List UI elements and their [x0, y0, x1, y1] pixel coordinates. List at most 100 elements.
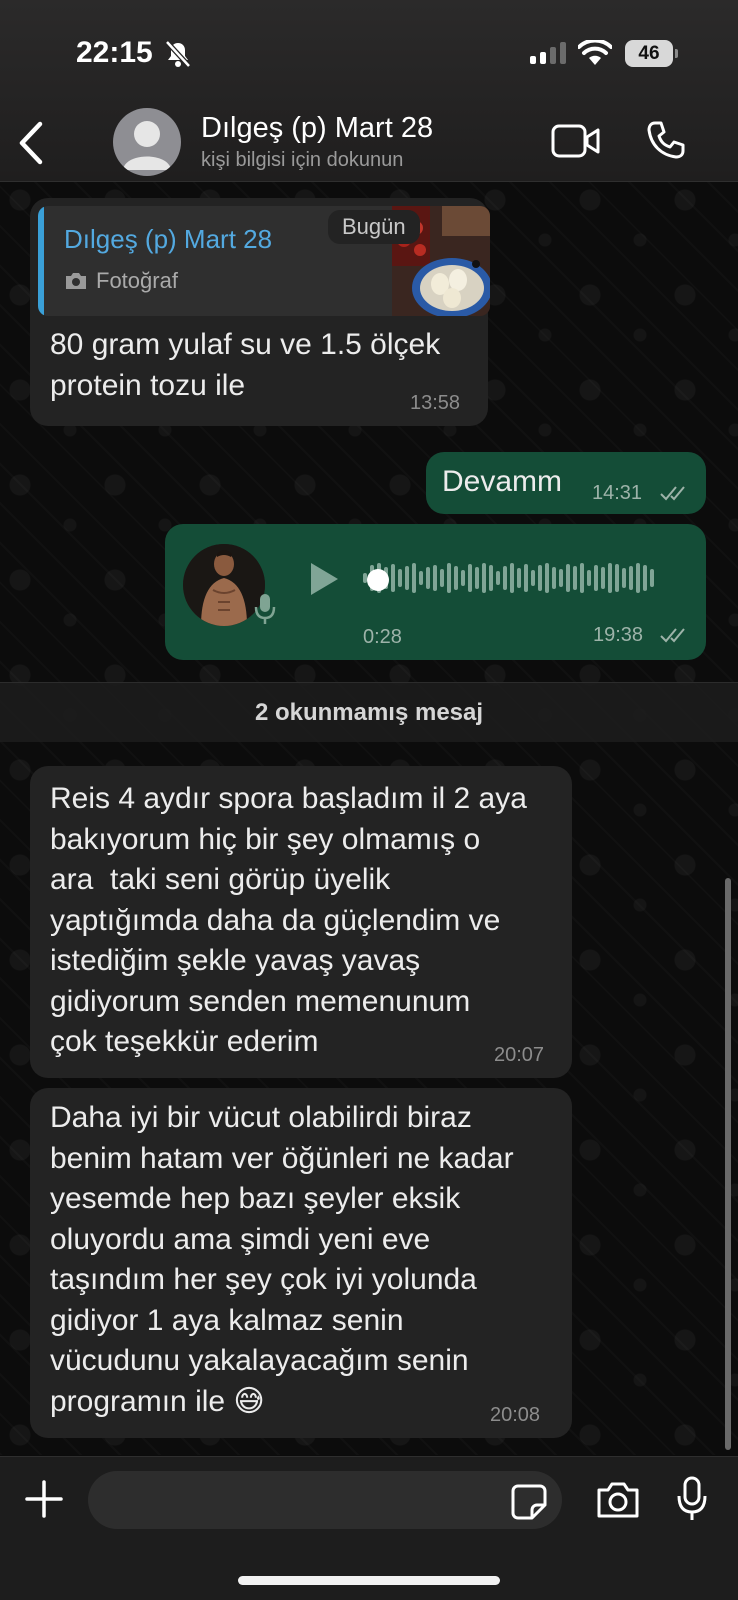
contact-info-hint[interactable]: kişi bilgisi için dokunun: [201, 149, 403, 172]
play-button[interactable]: [307, 560, 341, 598]
quoted-type: Fotoğraf: [64, 268, 178, 294]
waveform-bar: [636, 563, 640, 593]
waveform-bar: [398, 569, 402, 587]
message-text-line: taşındım her şey çok iyi yolunda: [50, 1263, 477, 1296]
waveform-bar: [426, 567, 430, 589]
contact-name[interactable]: Dılgeş (p) Mart 28: [201, 112, 433, 145]
date-chip: Bugün: [328, 210, 420, 244]
attach-plus-button[interactable]: [24, 1479, 64, 1519]
microphone-button[interactable]: [676, 1475, 708, 1523]
reply-message-bubble[interactable]: Dılgeş (p) Mart 28 Fotoğraf Bugün 80 gra…: [30, 198, 490, 426]
message-text-line: benim hatam ver öğünleri ne kadar: [50, 1141, 514, 1175]
waveform-bar: [517, 568, 521, 588]
voice-duration: 0:28: [363, 626, 402, 648]
unread-messages-divider: 2 okunmamış mesaj: [0, 682, 738, 742]
playback-scrubber[interactable]: [367, 569, 389, 591]
message-text-line: yesemde hep bazı şeyler eksik: [50, 1182, 461, 1215]
outgoing-message-bubble[interactable]: Devamm 14:31: [426, 452, 706, 514]
contact-avatar[interactable]: [113, 108, 181, 176]
read-ticks-icon: [660, 486, 685, 501]
quote-accent-bar: [38, 206, 44, 316]
message-text-line: istediğim şekle yavaş yavaş: [50, 944, 421, 977]
waveform-bar: [531, 570, 535, 586]
sweat-smile-emoji: 😅: [233, 1384, 265, 1418]
waveform-bar: [524, 564, 528, 592]
waveform-bar: [629, 566, 633, 590]
waveform-bar: [538, 565, 542, 591]
video-call-button[interactable]: [551, 124, 601, 158]
message-text-line: gidiyorum senden memenunum: [50, 984, 471, 1018]
unread-count-label: 2 okunmamış mesaj: [254, 699, 484, 726]
message-text: Devamm: [442, 465, 563, 498]
waveform-bar: [447, 563, 451, 593]
read-ticks-icon: [660, 628, 685, 643]
chat-header: 22:15 46 Dılgeş (p) Mart 28 kişi bilgisi…: [0, 0, 738, 182]
waveform-bar: [475, 567, 479, 589]
waveform-bar: [440, 569, 444, 587]
audio-waveform[interactable]: [363, 557, 654, 599]
bell-off-icon: [165, 40, 191, 68]
message-text-line: Reis 4 aydır spora başladım il 2 aya: [50, 782, 527, 815]
message-time: 14:31: [592, 482, 643, 504]
waveform-bar: [510, 563, 514, 593]
waveform-bar: [496, 571, 500, 585]
person-icon: [123, 121, 171, 170]
waveform-bar: [433, 565, 437, 591]
message-time: 20:08: [490, 1404, 541, 1426]
waveform-bar: [412, 563, 416, 593]
message-time: 19:38: [593, 624, 644, 646]
message-text-line: oluyordu ama şimdi yeni eve: [50, 1222, 431, 1256]
home-indicator: [238, 1576, 500, 1585]
message-text-line: ara taki seni görüp üyelik: [50, 863, 391, 896]
waveform-bar: [454, 566, 458, 590]
battery-icon: 46: [625, 40, 678, 67]
waveform-bar: [405, 566, 409, 590]
waveform-bar: [391, 564, 395, 592]
waveform-bar: [559, 569, 563, 587]
camera-button[interactable]: [595, 1481, 641, 1519]
message-text-line: Daha iyi bir vücut olabilirdi biraz: [50, 1101, 472, 1134]
incoming-message-bubble[interactable]: Reis 4 aydır spora başladım il 2 aya bak…: [30, 766, 572, 1078]
waveform-bar: [419, 571, 423, 585]
message-time: 20:07: [494, 1044, 545, 1066]
message-time: 13:58: [410, 392, 461, 414]
quoted-message[interactable]: Dılgeş (p) Mart 28 Fotoğraf Bugün: [38, 206, 490, 316]
scrollbar[interactable]: [725, 878, 731, 1450]
sticker-button[interactable]: [510, 1483, 548, 1521]
message-text-line: gidiyor 1 aya kalmaz senin: [50, 1303, 404, 1337]
message-text-line: vücudunu yakalayacağım senin: [50, 1344, 469, 1377]
waveform-bar: [468, 564, 472, 592]
incoming-message-bubble[interactable]: Daha iyi bir vücut olabilirdi biraz beni…: [30, 1088, 572, 1438]
waveform-bar: [566, 564, 570, 592]
waveform-bar: [601, 567, 605, 589]
waveform-bar: [545, 563, 549, 593]
waveform-bar: [615, 564, 619, 592]
back-button[interactable]: [14, 118, 50, 168]
cellular-signal-icon: [530, 42, 566, 64]
status-time: 22:15: [76, 36, 153, 69]
camera-icon: [66, 273, 86, 289]
microphone-icon: [254, 594, 276, 624]
waveform-bar: [587, 570, 591, 586]
waveform-bar: [489, 565, 493, 591]
voice-message-bubble[interactable]: 0:28 19:38: [165, 524, 706, 660]
message-text-line: 80 gram yulaf su ve 1.5 ölçek: [50, 328, 441, 361]
phone-call-button[interactable]: [646, 120, 686, 160]
waveform-bar: [461, 570, 465, 586]
waveform-bar: [650, 569, 654, 587]
waveform-bar: [608, 563, 612, 593]
waveform-bar: [580, 563, 584, 593]
waveform-bar: [643, 565, 647, 591]
message-text-line: protein tozu ile: [50, 369, 246, 402]
message-text-line-content: programın ile: [50, 1384, 226, 1418]
message-text-line: çok teşekkür ederim: [50, 1025, 319, 1058]
message-composer: [0, 1456, 738, 1600]
message-input[interactable]: [88, 1471, 562, 1529]
message-text-line: yaptığımda daha da güçlendim ve: [50, 903, 501, 937]
waveform-bar: [503, 566, 507, 590]
wifi-icon: [578, 40, 612, 65]
quoted-sender: Dılgeş (p) Mart 28: [64, 224, 273, 254]
quoted-type-label: Fotoğraf: [96, 268, 178, 293]
waveform-bar: [482, 563, 486, 593]
waveform-bar: [622, 568, 626, 588]
